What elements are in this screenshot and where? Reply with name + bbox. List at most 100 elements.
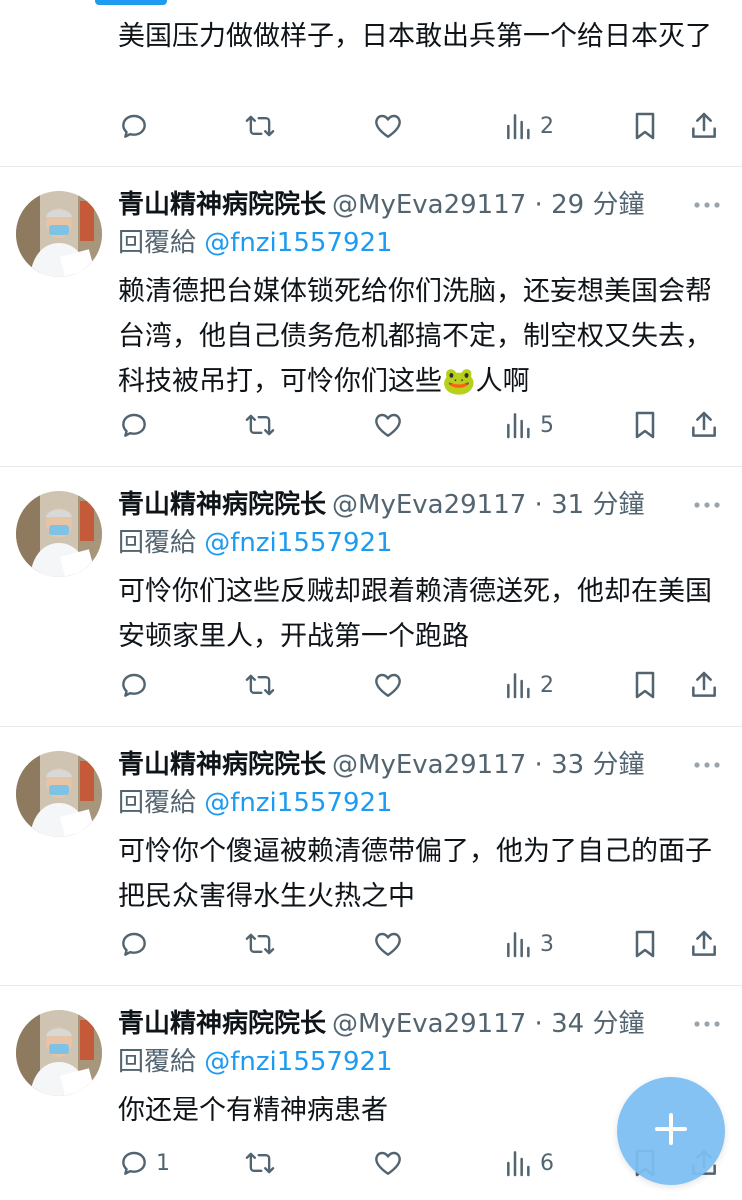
like-button[interactable]	[372, 106, 404, 146]
views-button[interactable]: 6	[504, 1143, 554, 1183]
reply-mention[interactable]: @fnzi1557921	[204, 228, 392, 258]
views-count: 5	[540, 412, 554, 438]
tweet-partial[interactable]: 美国压力做做样子，日本敢出兵第一个给日本灭了 2	[0, 0, 742, 167]
tweet-actions: 2	[118, 106, 728, 146]
views-button[interactable]: 5	[504, 405, 554, 445]
retweet-button[interactable]	[243, 1143, 277, 1183]
share-button[interactable]	[688, 924, 720, 964]
bookmark-icon	[630, 669, 660, 701]
like-button[interactable]	[372, 405, 404, 445]
bookmark-button[interactable]	[630, 405, 660, 445]
user-handle[interactable]: @MyEva29117	[332, 190, 526, 220]
bookmark-icon	[630, 110, 660, 142]
handle-and-time: @MyEva29117 · 29 分鐘	[332, 190, 645, 220]
avatar[interactable]	[16, 491, 102, 577]
share-button[interactable]	[688, 106, 720, 146]
tweet-text: 赖清德把台媒体锁死给你们洗脑，还妄想美国会帮台湾，他自己债务危机都搞不定，制空权…	[118, 276, 712, 397]
display-name[interactable]: 青山精神病院院长	[118, 490, 326, 520]
user-handle[interactable]: @MyEva29117	[332, 750, 526, 780]
reply-button[interactable]	[118, 924, 156, 964]
bookmark-icon	[630, 409, 660, 441]
retweet-icon	[243, 1147, 277, 1179]
reply-button[interactable]	[118, 405, 156, 445]
retweet-icon	[243, 110, 277, 142]
reply-context: 回覆給 @fnzi1557921	[118, 225, 393, 261]
tweet[interactable]: 青山精神病院院长 @MyEva29117 · 29 分鐘 回覆給 @fnzi155…	[0, 167, 742, 467]
share-button[interactable]	[688, 665, 720, 705]
handle-and-time: @MyEva29117 · 34 分鐘	[332, 1009, 645, 1039]
like-button[interactable]	[372, 924, 404, 964]
tweet[interactable]: 青山精神病院院长 @MyEva29117 · 31 分鐘 回覆給 @fnzi155…	[0, 467, 742, 727]
more-icon[interactable]	[692, 197, 722, 213]
like-button[interactable]	[372, 1143, 404, 1183]
more-icon[interactable]	[692, 757, 722, 773]
heart-icon	[372, 1147, 404, 1179]
tweet[interactable]: 青山精神病院院长 @MyEva29117 · 33 分鐘 回覆給 @fnzi155…	[0, 727, 742, 986]
reply-context: 回覆給 @fnzi1557921	[118, 1044, 393, 1080]
bookmark-button[interactable]	[630, 665, 660, 705]
views-icon	[504, 409, 534, 441]
retweet-button[interactable]	[243, 924, 277, 964]
share-button[interactable]	[688, 405, 720, 445]
retweet-button[interactable]	[243, 405, 277, 445]
bookmark-button[interactable]	[630, 924, 660, 964]
reply-context: 回覆給 @fnzi1557921	[118, 785, 393, 821]
avatar[interactable]	[16, 191, 102, 277]
heart-icon	[372, 110, 404, 142]
like-button[interactable]	[372, 665, 404, 705]
retweet-button[interactable]	[243, 106, 277, 146]
bookmark-icon	[630, 928, 660, 960]
heart-icon	[372, 669, 404, 701]
retweet-button[interactable]	[243, 665, 277, 705]
reply-button[interactable]: 1	[118, 1143, 170, 1183]
reply-icon	[118, 928, 150, 960]
reply-button[interactable]	[118, 106, 150, 146]
views-icon	[504, 669, 534, 701]
tweet-actions: 2	[118, 665, 728, 705]
compose-button[interactable]	[617, 1077, 725, 1185]
more-icon[interactable]	[692, 497, 722, 513]
timestamp[interactable]: 29 分鐘	[551, 190, 644, 220]
display-name[interactable]: 青山精神病院院长	[118, 750, 326, 780]
timeline: 美国压力做做样子，日本敢出兵第一个给日本灭了 2 青山精神病院院长 @MyEva…	[0, 0, 742, 1200]
share-icon	[688, 928, 720, 960]
reply-icon	[118, 669, 150, 701]
share-icon	[688, 110, 720, 142]
timestamp[interactable]: 31 分鐘	[551, 490, 644, 520]
avatar[interactable]	[16, 1010, 102, 1096]
retweet-icon	[243, 928, 277, 960]
views-button[interactable]: 2	[504, 665, 554, 705]
reply-context: 回覆給 @fnzi1557921	[118, 525, 393, 561]
timestamp[interactable]: 34 分鐘	[551, 1009, 644, 1039]
tweet-text: 可怜你个傻逼被赖清德带偏了，他为了自己的面子把民众害得水生火热之中	[118, 836, 712, 912]
reply-mention[interactable]: @fnzi1557921	[204, 788, 392, 818]
reply-button[interactable]	[118, 665, 156, 705]
reply-mention[interactable]: @fnzi1557921	[204, 528, 392, 558]
handle-and-time: @MyEva29117 · 31 分鐘	[332, 490, 645, 520]
views-icon	[504, 110, 534, 142]
share-icon	[688, 409, 720, 441]
reply-prefix: 回覆給	[118, 228, 197, 258]
bookmark-button[interactable]	[630, 106, 660, 146]
more-icon[interactable]	[692, 1016, 722, 1032]
reply-mention[interactable]: @fnzi1557921	[204, 1047, 392, 1077]
views-count: 2	[540, 113, 554, 139]
display-name[interactable]: 青山精神病院院长	[118, 190, 326, 220]
user-handle[interactable]: @MyEva29117	[332, 1009, 526, 1039]
tweet-header: 青山精神病院院长 @MyEva29117 · 33 分鐘	[118, 745, 644, 785]
views-button[interactable]: 3	[504, 924, 554, 964]
avatar[interactable]	[16, 751, 102, 837]
views-button[interactable]: 2	[504, 106, 554, 146]
tweet-header: 青山精神病院院长 @MyEva29117 · 29 分鐘	[118, 185, 644, 225]
views-icon	[504, 1147, 534, 1179]
share-icon	[688, 669, 720, 701]
retweet-icon	[243, 669, 277, 701]
display-name[interactable]: 青山精神病院院长	[118, 1009, 326, 1039]
timestamp[interactable]: 33 分鐘	[551, 750, 644, 780]
plus-icon	[653, 1111, 689, 1151]
user-handle[interactable]: @MyEva29117	[332, 490, 526, 520]
tweet-text: 可怜你们这些反贼却跟着赖清德送死，他却在美国安顿家里人，开战第一个跑路	[118, 576, 712, 652]
handle-and-time: @MyEva29117 · 33 分鐘	[332, 750, 645, 780]
heart-icon	[372, 928, 404, 960]
views-count: 3	[540, 931, 554, 957]
